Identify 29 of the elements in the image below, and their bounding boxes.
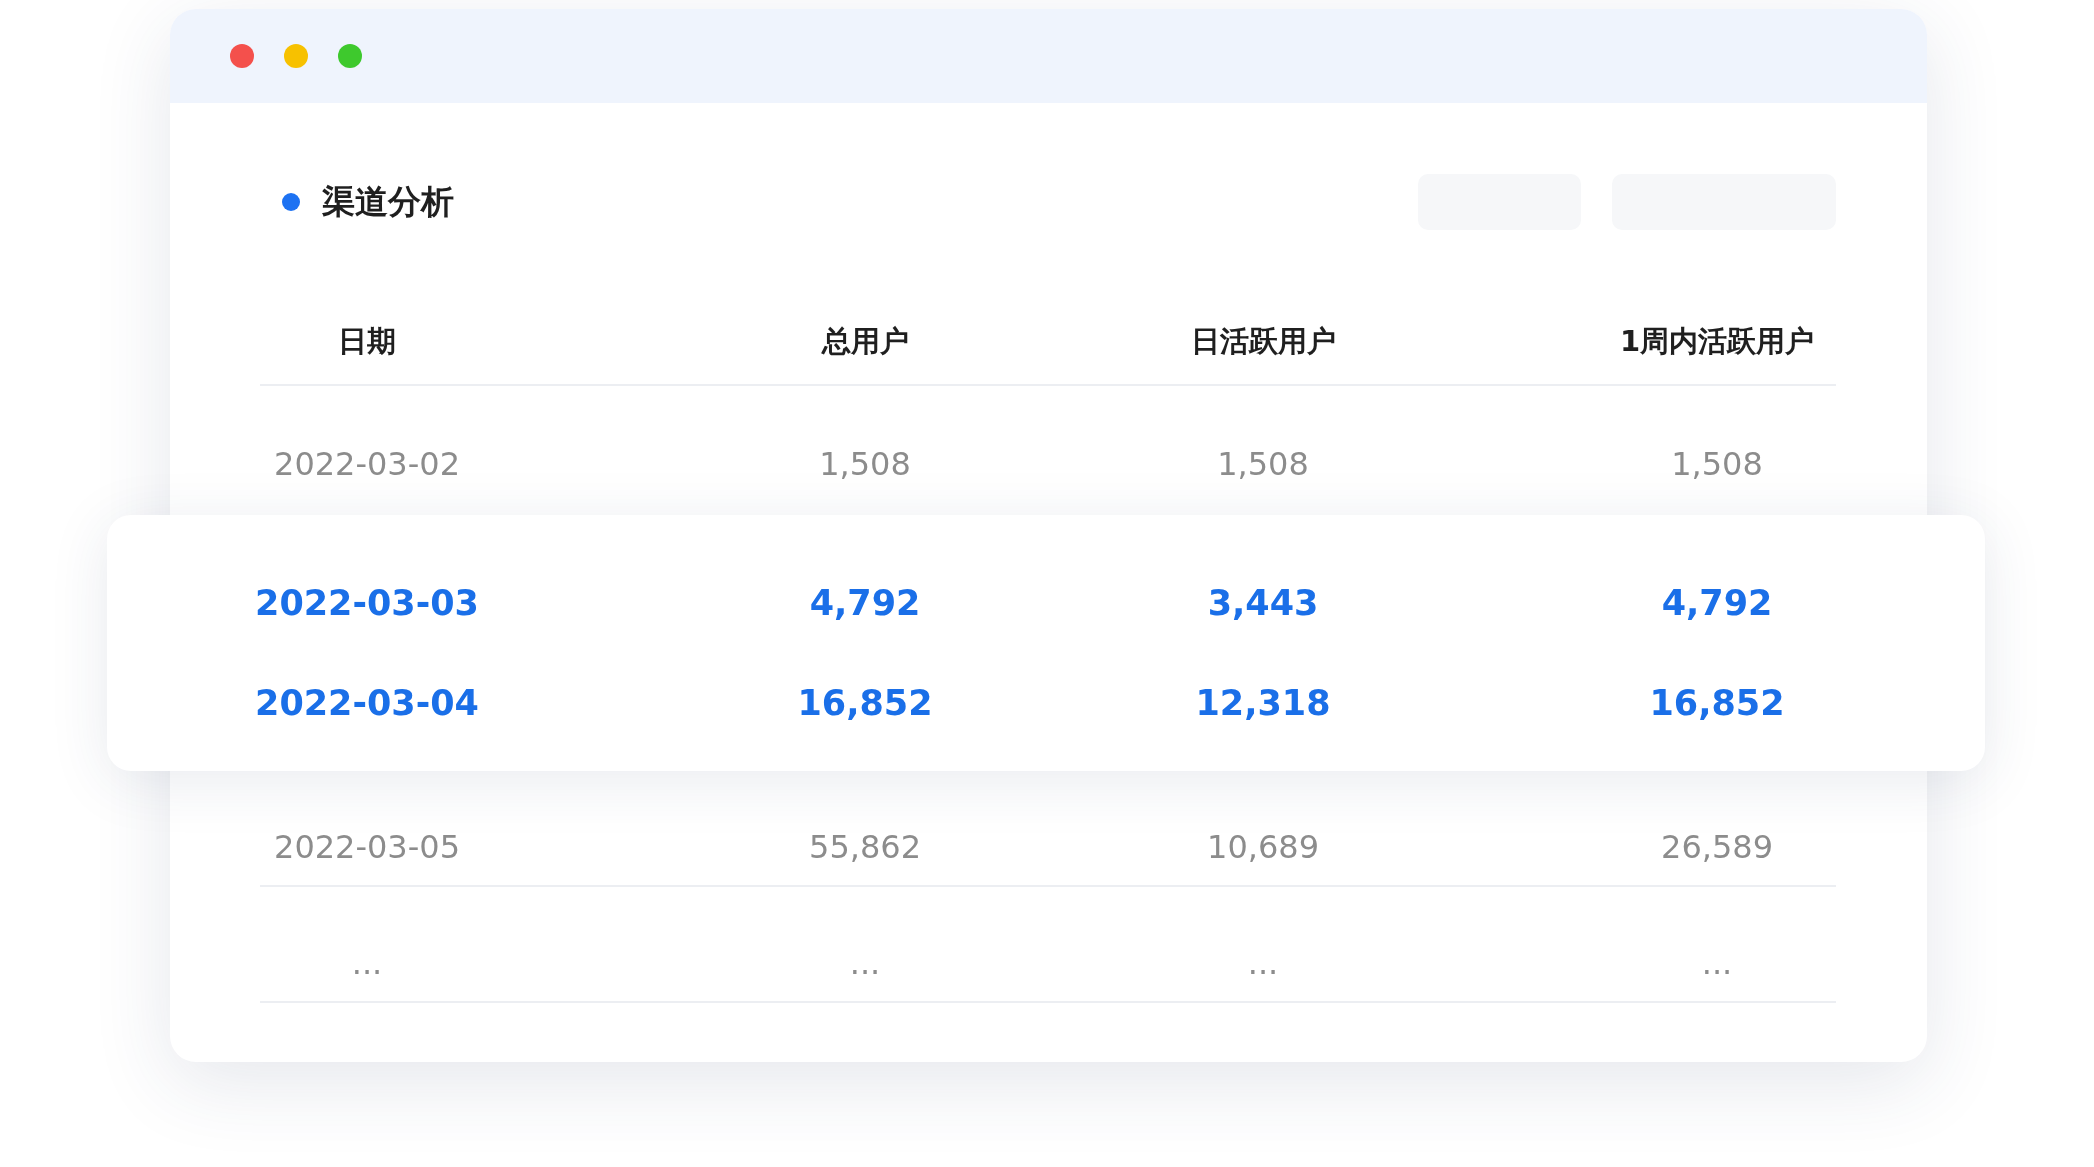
table-cell: 1,508 [819,444,911,483]
table-cell: ... [351,944,383,982]
table-cell: 4,792 [1661,583,1773,623]
table-cell: 1,508 [1217,444,1309,483]
table-cell: 16,852 [1649,683,1785,723]
table-cell: 16,852 [797,683,933,723]
table-cell: 12,318 [1195,683,1331,723]
minimize-icon[interactable] [284,44,308,68]
close-icon[interactable] [230,44,254,68]
table-cell: 3,443 [1207,583,1319,623]
table-cell: 2022-03-04 [255,683,479,723]
table-cell: ... [1701,944,1733,982]
column-header: 总用户 [821,323,909,360]
table-cell: 55,862 [809,828,921,866]
column-header: 1周内活跃用户 [1619,323,1815,360]
table-cell: 1,508 [1671,444,1763,483]
maximize-icon[interactable] [338,44,362,68]
table-cell: ... [849,944,881,982]
bullet-icon [282,193,300,211]
column-header: 日活跃用户 [1190,323,1336,360]
table-cell: 2022-03-05 [274,828,460,866]
panel-title: 渠道分析 [322,180,454,223]
table-cell: 4,792 [809,583,921,623]
table-cell: ... [1247,944,1279,982]
column-header: 日期 [338,323,396,360]
table-cell: 10,689 [1207,828,1319,866]
table-cell: 26,589 [1661,828,1773,866]
table-cell: 2022-03-03 [255,583,479,623]
table-cell: 2022-03-02 [274,444,460,483]
